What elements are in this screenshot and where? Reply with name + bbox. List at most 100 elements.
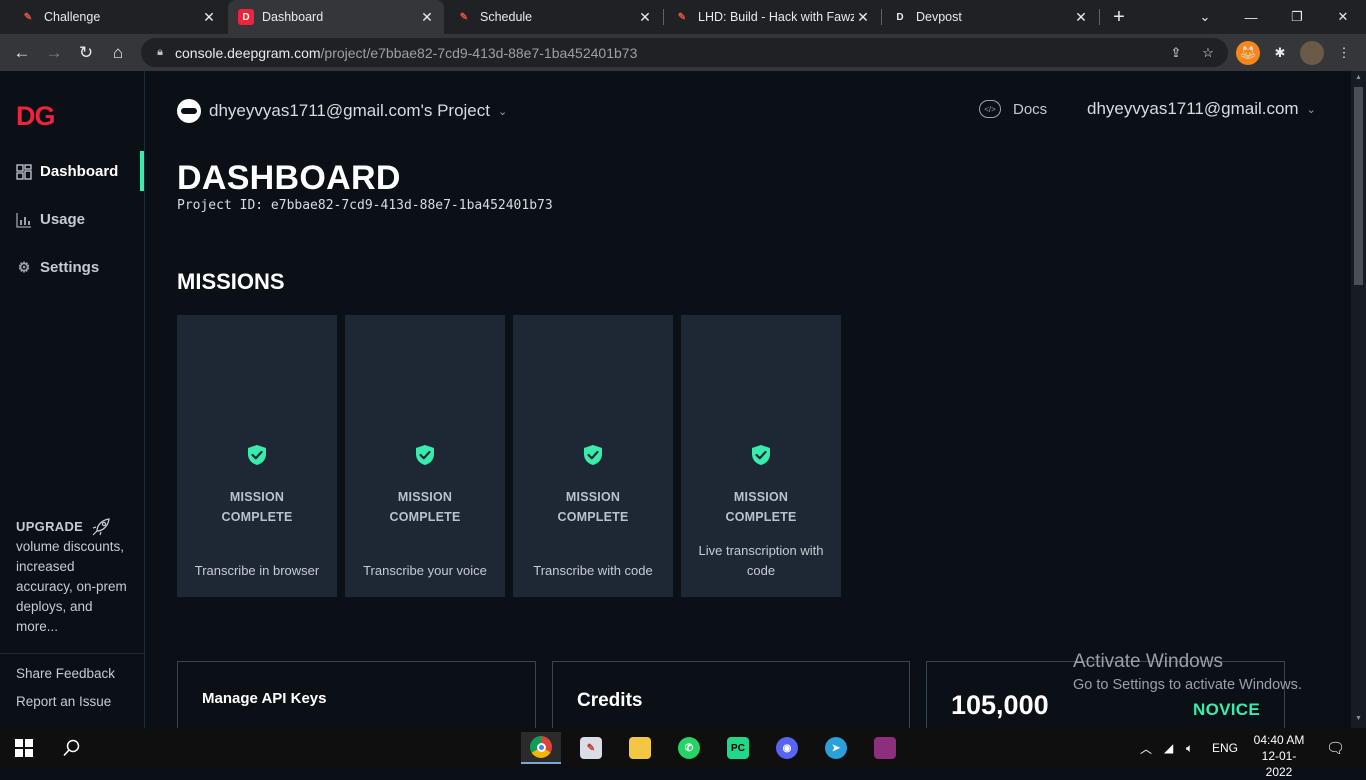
mission-label: Transcribe your voice (363, 563, 487, 578)
upgrade-promo[interactable]: UPGRADE volume discounts, increased accu… (16, 517, 131, 637)
shield-check-icon (248, 445, 266, 465)
wifi-icon[interactable]: ◢ (1164, 728, 1173, 768)
activate-windows-watermark: Activate Windows Go to Settings to activ… (1073, 651, 1302, 693)
active-indicator (140, 151, 144, 191)
project-name: dhyeyvyas1711@gmail.com's Project (209, 101, 490, 120)
sidebar-item-usage[interactable]: Usage (16, 211, 85, 228)
card-title: Manage API Keys (202, 690, 327, 707)
sidebar-item-settings[interactable]: ⚙︎ Settings (16, 259, 99, 276)
sidebar-item-label: Dashboard (40, 163, 119, 180)
tab-title: Challenge (44, 10, 101, 24)
whatsapp-icon[interactable]: ✆ (669, 732, 709, 764)
project-selector[interactable]: dhyeyvyas1711@gmail.com's Project ⌄ (177, 99, 507, 123)
shield-check-icon (584, 445, 602, 465)
sidebar-divider (0, 653, 144, 654)
home-icon[interactable]: ⌂ (105, 40, 131, 66)
sidebar-item-dashboard[interactable]: Dashboard (16, 163, 118, 180)
mission-status: MISSION COMPLETE (725, 490, 797, 524)
browser-tab-challenge[interactable]: ✎ Challenge ✕ (0, 0, 226, 34)
address-bar[interactable]: 🔒︎ console.deepgram.com/project/e7bbae82… (141, 38, 1228, 67)
language-indicator[interactable]: ENG (1212, 728, 1238, 768)
level-badge: NOVICE (1193, 700, 1260, 719)
credits-card[interactable]: Credits (552, 661, 910, 728)
mission-status: MISSION COMPLETE (389, 490, 461, 524)
windows-start-icon[interactable] (4, 732, 44, 764)
mission-card[interactable]: MISSION COMPLETE Transcribe with code (513, 315, 673, 597)
api-keys-card[interactable]: Manage API Keys (177, 661, 536, 728)
mission-label: Transcribe in browser (194, 563, 320, 578)
winrar-icon[interactable] (865, 732, 905, 764)
points-value: 105,000 (951, 690, 1049, 720)
upgrade-heading: UPGRADE (16, 517, 131, 537)
missions-heading: MISSIONS (177, 269, 285, 294)
lock-icon: 🔒︎ (157, 46, 163, 58)
tab-separator (1099, 9, 1100, 25)
reload-icon[interactable]: ↻ (73, 40, 99, 66)
mission-card[interactable]: MISSION COMPLETE Live transcription with … (681, 315, 841, 597)
gear-icon: ⚙︎ (17, 259, 31, 275)
hackathon-favicon-icon: ✎ (23, 11, 33, 23)
scrollbar-thumb[interactable] (1354, 87, 1363, 285)
file-explorer-icon[interactable] (620, 732, 660, 764)
windows-taskbar: ✎ ✆ PC ◉ ➤ ︿ ◢ 🔈︎ ENG 04:40 AM 12-01-202… (0, 728, 1366, 779)
user-menu[interactable]: dhyeyvyas1711@gmail.com ⌄ (1087, 99, 1316, 119)
extensions-puzzle-icon[interactable]: ✱ (1268, 41, 1292, 65)
shield-check-icon (416, 445, 434, 465)
browser-tab-lhd[interactable]: ✎ LHD: Build - Hack with Fawzi ✕ (664, 0, 880, 34)
project-id: Project ID: e7bbae82-7cd9-413d-88e7-1ba4… (177, 198, 553, 213)
mission-status: MISSION COMPLETE (221, 490, 293, 524)
page-scrollbar[interactable]: ▲ ▼ (1351, 71, 1366, 728)
search-icon[interactable] (52, 732, 92, 764)
docs-label: Docs (1013, 100, 1048, 118)
chrome-taskbar-icon[interactable] (521, 732, 561, 764)
report-issue-link[interactable]: Report an Issue (16, 694, 111, 709)
mission-status: MISSION COMPLETE (557, 490, 629, 524)
deepgram-logo[interactable]: DG (16, 101, 55, 132)
scroll-up-arrow-icon[interactable]: ▲ (1354, 74, 1363, 84)
docs-link[interactable]: </> Docs (979, 100, 1047, 118)
tab-title: LHD: Build - Hack with Fawzi (698, 10, 854, 24)
paint-taskbar-icon[interactable]: ✎ (571, 732, 611, 764)
browser-tab-dashboard[interactable]: D Dashboard ✕ (228, 0, 444, 34)
close-tab-icon[interactable]: ✕ (854, 9, 872, 26)
scroll-down-arrow-icon[interactable]: ▼ (1354, 715, 1363, 725)
close-tab-icon[interactable]: ✕ (1072, 9, 1090, 26)
chevron-down-icon: ⌄ (1306, 103, 1316, 116)
mission-card[interactable]: MISSION COMPLETE Transcribe in browser (177, 315, 337, 597)
share-feedback-link[interactable]: Share Feedback (16, 666, 115, 681)
telegram-icon[interactable]: ➤ (816, 732, 856, 764)
close-tab-icon[interactable]: ✕ (636, 9, 654, 26)
browser-menu-icon[interactable]: ⋮ (1332, 41, 1356, 65)
close-window-icon[interactable]: ✕ (1320, 0, 1366, 34)
profile-avatar[interactable] (1300, 41, 1324, 65)
sidebar-item-label: Settings (40, 259, 100, 276)
tab-title: Devpost (916, 10, 962, 24)
deepgram-favicon-icon: D (238, 9, 254, 25)
sidebar-item-label: Usage (40, 211, 86, 228)
sidebar: DG Dashboard Usage ⚙︎ Settings UPGRADE v… (0, 71, 145, 728)
clock[interactable]: 04:40 AM 12-01-2022 (1249, 732, 1309, 780)
browser-tab-devpost[interactable]: D Devpost ✕ (882, 0, 1098, 34)
discord-icon[interactable]: ◉ (767, 732, 807, 764)
tab-search-icon[interactable]: ⌄ (1182, 0, 1228, 34)
user-email: dhyeyvyas1711@gmail.com (1087, 99, 1299, 118)
tray-chevron-up-icon[interactable]: ︿ (1140, 728, 1152, 768)
minimize-icon[interactable]: — (1228, 0, 1274, 34)
share-icon[interactable]: ⇪ (1167, 44, 1185, 62)
close-tab-icon[interactable]: ✕ (200, 9, 218, 26)
mission-card[interactable]: MISSION COMPLETE Transcribe your voice (345, 315, 505, 597)
notification-center-icon[interactable]: 🗨︎ (1326, 728, 1345, 768)
new-tab-button[interactable]: + (1108, 6, 1130, 28)
tab-title: Dashboard (262, 10, 324, 24)
grid-icon (16, 163, 32, 180)
restore-icon[interactable]: ❐ (1274, 0, 1320, 34)
pycharm-icon[interactable]: PC (718, 732, 758, 764)
close-tab-icon[interactable]: ✕ (418, 9, 436, 26)
url-text: console.deepgram.com/project/e7bbae82-7c… (175, 44, 638, 61)
bookmark-star-icon[interactable]: ☆ (1199, 44, 1217, 62)
browser-tab-schedule[interactable]: ✎ Schedule ✕ (446, 0, 662, 34)
forward-arrow-icon[interactable]: → (41, 40, 67, 66)
volume-icon[interactable]: 🔈︎ (1186, 728, 1193, 768)
back-arrow-icon[interactable]: ← (9, 40, 35, 66)
metamask-fox-icon[interactable]: 🦊︎ (1236, 41, 1260, 65)
